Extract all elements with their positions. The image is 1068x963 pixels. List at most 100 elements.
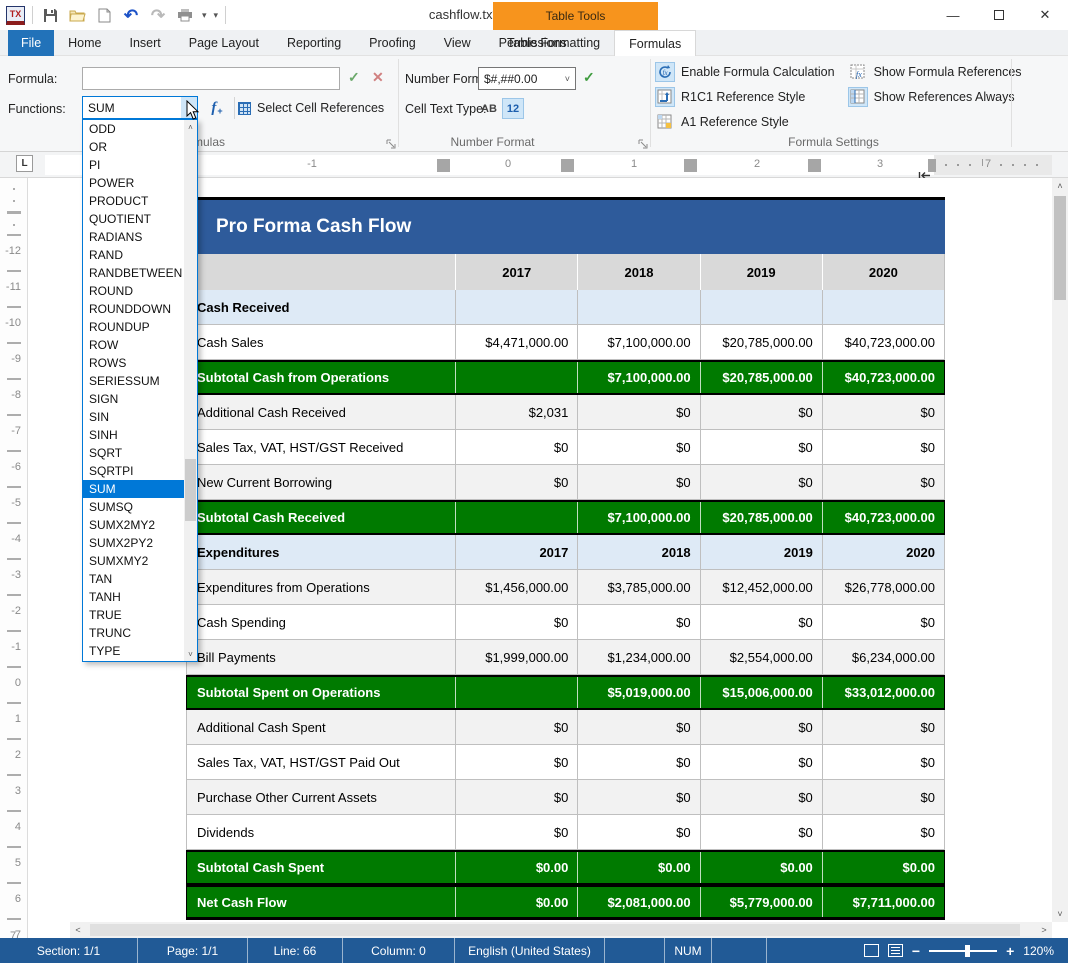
value-cell[interactable]: $7,711,000.00 [822,887,944,917]
value-cell[interactable]: $0 [577,395,699,429]
numeric-type-button[interactable]: 12 [502,98,524,119]
value-cell[interactable]: $0 [577,430,699,464]
minimize-button[interactable]: ― [930,0,976,30]
redo-icon[interactable]: ↷ [148,5,168,25]
table-row[interactable]: Cash Sales $4,471,000.00 $7,100,000.00 $… [186,325,945,360]
status-segment[interactable]: Page: 1/1 [138,938,248,963]
value-cell[interactable]: 2020 [822,535,944,569]
function-option[interactable]: ODD [83,120,197,138]
maximize-button[interactable] [976,0,1022,30]
value-cell[interactable]: $0 [455,745,577,779]
function-option[interactable]: ROUNDDOWN [83,300,197,318]
formula-setting-toggle[interactable]: fx Show Formula References [849,59,1026,84]
function-option[interactable]: OR [83,138,197,156]
print-icon[interactable] [175,5,195,25]
function-option[interactable]: POWER [83,174,197,192]
value-cell[interactable]: $20,785,000.00 [700,325,822,359]
value-cell[interactable]: $2,031 [455,395,577,429]
value-cell[interactable]: $0 [577,710,699,744]
status-segment[interactable]: Line: 66 [248,938,343,963]
functions-combobox[interactable]: SUM ˅ [82,96,198,119]
value-cell[interactable]: $0 [700,605,822,639]
function-option[interactable]: ROWS [83,354,197,372]
function-option[interactable]: SUM [83,480,197,498]
value-cell[interactable]: $0.00 [455,887,577,917]
tab-stop-selector[interactable]: L [16,155,33,172]
value-cell[interactable]: $7,100,000.00 [577,362,699,393]
value-cell[interactable]: $33,012,000.00 [822,677,944,708]
row-label-cell[interactable]: Sales Tax, VAT, HST/GST Received [187,430,455,464]
number-format-combobox[interactable]: $#,##0.00 ˅ [478,67,576,90]
value-cell[interactable]: $15,006,000.00 [700,677,822,708]
scroll-left-icon[interactable]: ˂ [70,922,86,938]
value-cell[interactable]: $0 [700,780,822,814]
value-cell[interactable]: $2,081,000.00 [577,887,699,917]
function-option[interactable]: SERIESSUM [83,372,197,390]
row-label-cell[interactable]: Subtotal Spent on Operations [187,677,455,708]
value-cell[interactable]: $0 [822,395,944,429]
chevron-down-icon[interactable]: ˅ [565,74,570,84]
select-cell-references-button[interactable]: Select Cell References [238,97,384,119]
row-label-cell[interactable]: Subtotal Cash Spent [187,852,455,883]
value-cell[interactable]: $0 [455,815,577,849]
function-option[interactable]: SINH [83,426,197,444]
value-cell[interactable]: $0 [455,465,577,499]
table-row[interactable]: Additional Cash Received $2,031 $0 $0 $0 [186,395,945,430]
value-cell[interactable]: $1,234,000.00 [577,640,699,674]
ribbon-tab[interactable]: Reporting [273,30,355,56]
value-cell[interactable]: $0 [822,815,944,849]
row-label-cell[interactable]: Cash Spending [187,605,455,639]
dropdown-scroll-thumb[interactable] [185,459,196,521]
value-cell[interactable]: $0 [577,605,699,639]
function-option[interactable]: RADIANS [83,228,197,246]
value-cell[interactable] [455,502,577,533]
formula-setting-toggle[interactable]: R1C1 Reference Style [656,84,839,109]
value-cell[interactable]: $0 [700,710,822,744]
insert-function-button[interactable]: f+ [204,97,230,119]
function-option[interactable]: SUMX2PY2 [83,534,197,552]
table-year-header-row[interactable]: 2017201820192020 [186,254,945,290]
ribbon-tab[interactable]: Insert [116,30,175,56]
value-cell[interactable]: $20,785,000.00 [700,502,822,533]
table-row[interactable]: Expenditures 2017 2018 2019 2020 [186,535,945,570]
table-row[interactable]: Subtotal Spent on Operations $5,019,000.… [186,675,945,710]
table-column-marker[interactable] [808,159,821,172]
row-label-cell[interactable]: Sales Tax, VAT, HST/GST Paid Out [187,745,455,779]
year-header-cell[interactable]: 2020 [822,254,944,290]
value-cell[interactable]: $0.00 [700,852,822,883]
value-cell[interactable] [822,290,944,324]
value-cell[interactable]: $0.00 [822,852,944,883]
apply-formula-icon[interactable]: ✓ [348,69,360,86]
ribbon-tab[interactable]: Proofing [355,30,430,56]
value-cell[interactable]: $40,723,000.00 [822,362,944,393]
value-cell[interactable]: $0 [455,710,577,744]
value-cell[interactable]: $0 [700,815,822,849]
table-row[interactable]: Additional Cash Spent $0 $0 $0 $0 [186,710,945,745]
value-cell[interactable]: $0 [822,780,944,814]
table-row[interactable]: Subtotal Cash Spent $0.00 $0.00 $0.00 $0… [186,850,945,885]
table-column-marker[interactable] [437,159,450,172]
zoom-out-icon[interactable]: − [912,944,920,958]
value-cell[interactable]: $0.00 [577,852,699,883]
status-segment[interactable]: NUM [665,938,712,963]
value-cell[interactable]: $1,456,000.00 [455,570,577,604]
function-option[interactable]: SUMX2MY2 [83,516,197,534]
function-option[interactable]: RAND [83,246,197,264]
tab-file[interactable]: File [8,30,54,56]
table-column-marker[interactable] [561,159,574,172]
value-cell[interactable]: 2019 [700,535,822,569]
vertical-scroll-thumb[interactable] [1054,196,1066,300]
value-cell[interactable]: $20,785,000.00 [700,362,822,393]
table-row[interactable]: Purchase Other Current Assets $0 $0 $0 $… [186,780,945,815]
formula-setting-toggle[interactable]: fx Enable Formula Calculation [656,59,839,84]
function-option[interactable]: SUMXMY2 [83,552,197,570]
save-icon[interactable] [40,5,60,25]
row-label-cell[interactable]: Net Cash Flow [187,887,455,917]
function-option[interactable]: SUMSQ [83,498,197,516]
value-cell[interactable]: 2017 [455,535,577,569]
open-icon[interactable] [67,5,87,25]
ribbon-tab[interactable]: Page Layout [175,30,273,56]
table-row[interactable]: Subtotal Cash Received $7,100,000.00 $20… [186,500,945,535]
value-cell[interactable]: $0 [577,780,699,814]
table-column-marker[interactable] [928,159,936,172]
